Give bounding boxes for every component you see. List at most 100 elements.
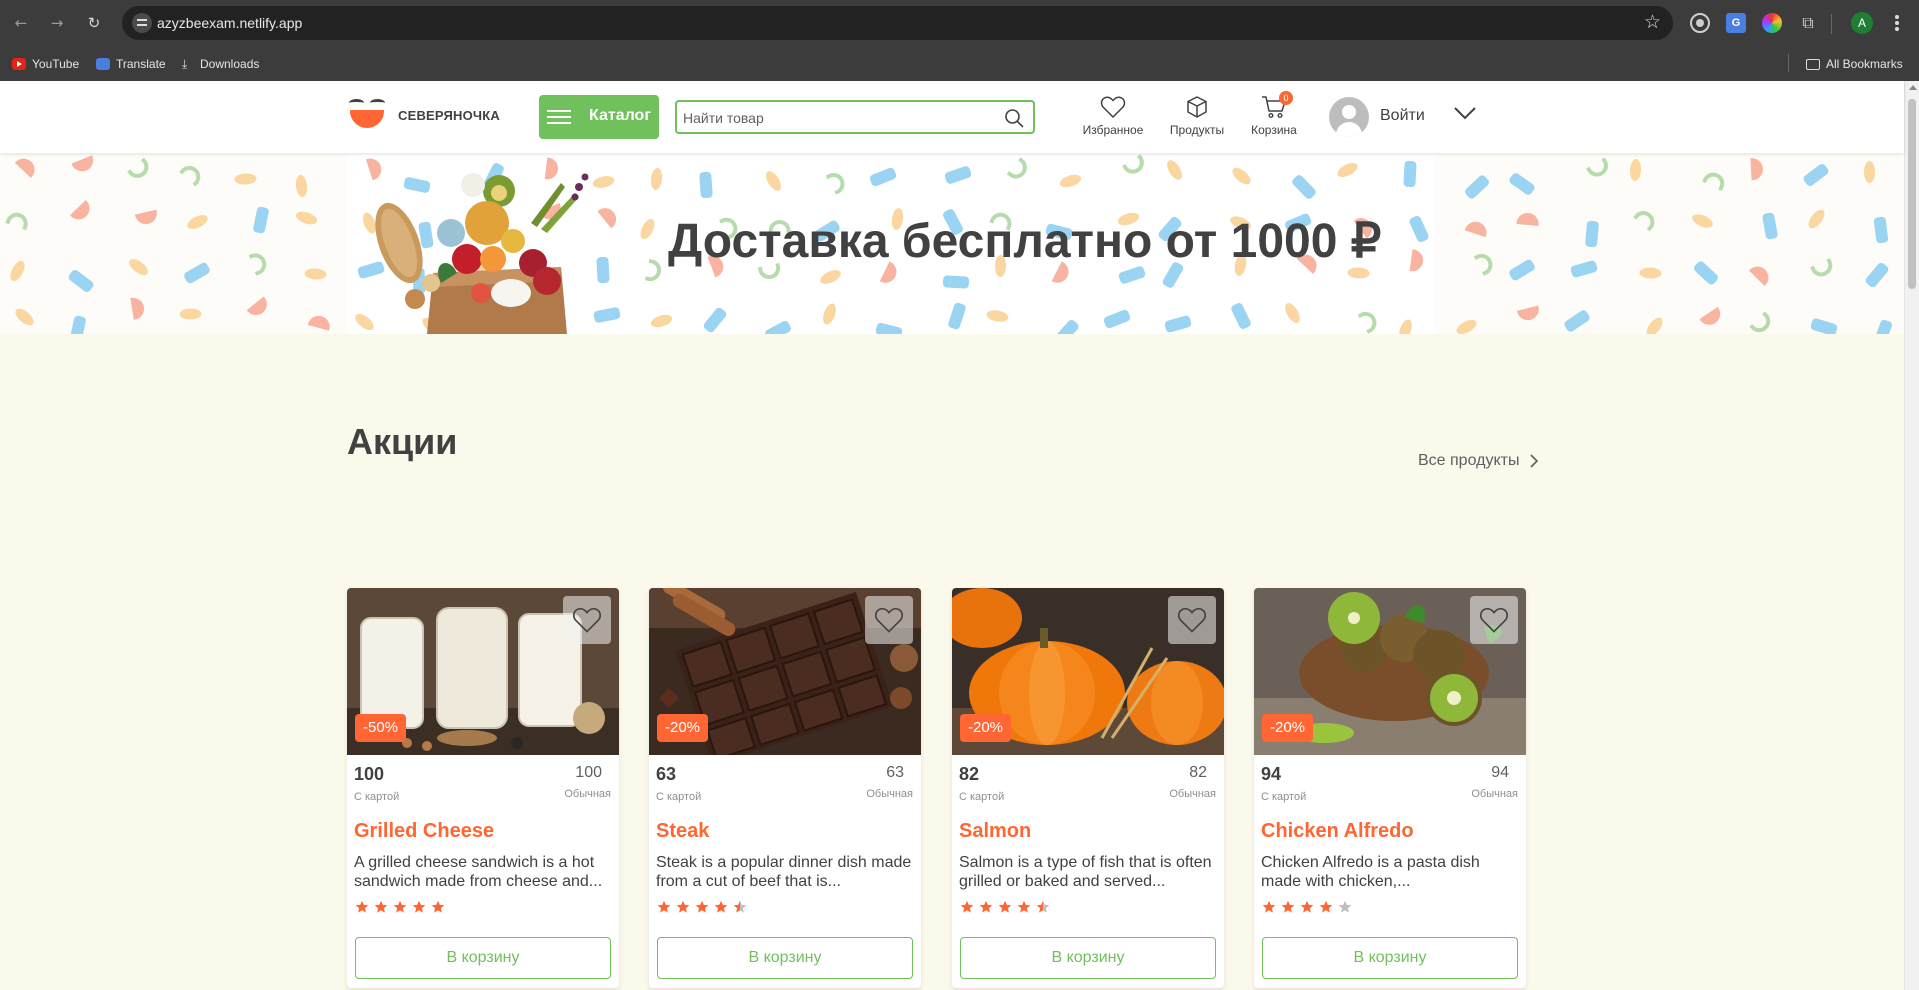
confetti-shape [178, 161, 205, 187]
add-to-cart-button[interactable]: В корзину [1262, 937, 1518, 979]
favorite-button[interactable] [1470, 596, 1518, 644]
regular-price: 100 [575, 764, 602, 781]
star-icon [1036, 900, 1050, 913]
nav-favorites[interactable]: Избранное [1073, 93, 1153, 143]
banner-title: Доставка бесплатно от 1000 ₽ [668, 215, 1382, 268]
product-name[interactable]: Steak [656, 820, 709, 843]
confetti-shape [645, 258, 664, 284]
confetti-shape [1692, 260, 1721, 287]
back-icon[interactable]: ← [10, 12, 32, 34]
folder-icon [1806, 58, 1820, 70]
google-translate-extension-icon[interactable]: G [1726, 13, 1746, 33]
nav-label: Продукты [1169, 123, 1225, 137]
login-link[interactable]: Войти [1380, 107, 1425, 125]
chevron-down-icon[interactable] [1453, 105, 1477, 121]
product-description: Steak is a popular dinner dish made from… [656, 854, 912, 890]
product-name[interactable]: Chicken Alfredo [1261, 820, 1414, 843]
all-bookmarks[interactable]: All Bookmarks [1806, 55, 1903, 73]
bookmark-star-icon[interactable]: ☆ [1644, 11, 1661, 33]
url-text[interactable]: azyzbeexam.netlify.app [157, 15, 302, 31]
regular-price: 94 [1491, 764, 1509, 781]
star-icon [676, 900, 690, 913]
confetti-shape [1281, 300, 1303, 326]
regular-price-label: Обычная [866, 788, 913, 800]
confetti-shape [69, 314, 87, 334]
confetti-shape [1699, 306, 1725, 330]
product-description: Salmon is a type of fish that is often g… [959, 854, 1212, 890]
product-card[interactable]: -20% 63 С картой 63 Обычная Steak Steak … [649, 588, 921, 988]
address-bar[interactable]: azyzbeexam.netlify.app ☆ [122, 6, 1673, 40]
confetti-shape [1569, 259, 1598, 279]
youtube-icon [12, 58, 26, 70]
discount-badge: -20% [960, 714, 1012, 742]
reload-icon[interactable]: ↻ [83, 12, 105, 34]
star-icon [714, 900, 728, 913]
confetti-shape [1516, 305, 1542, 323]
card-price: 82 [959, 764, 980, 784]
browser-menu-icon[interactable] [1887, 12, 1907, 34]
star-icon [355, 900, 369, 913]
card-price: 94 [1261, 764, 1282, 784]
favorite-button[interactable] [563, 596, 611, 644]
forward-icon[interactable]: → [46, 12, 68, 34]
star-icon [431, 900, 445, 913]
confetti-shape [1802, 162, 1831, 188]
bookmark-youtube[interactable]: YouTube [12, 55, 79, 73]
confetti-shape [762, 168, 784, 194]
confetti-shape [1230, 301, 1253, 331]
heart-icon [573, 607, 601, 633]
confetti-shape [127, 157, 154, 183]
product-name[interactable]: Grilled Cheese [354, 820, 494, 843]
product-name[interactable]: Salmon [959, 820, 1031, 843]
bookmark-translate[interactable]: Translate [96, 55, 166, 73]
scroll-up-arrow-icon[interactable] [1909, 85, 1917, 90]
star-icon [998, 900, 1012, 913]
confetti-shape [1863, 260, 1890, 289]
scrollbar-thumb[interactable] [1908, 99, 1916, 289]
product-card[interactable]: -20% 82 С картой 82 Обычная Salmon Salmo… [952, 588, 1224, 988]
confetti-shape [1749, 310, 1775, 334]
product-description: A grilled cheese sandwich is a hot sandw… [354, 854, 603, 890]
favorite-button[interactable] [1168, 596, 1216, 644]
chevron-right-icon [1530, 454, 1539, 468]
bookmark-downloads[interactable]: ⤓ Downloads [182, 55, 259, 73]
confetti-shape [1409, 249, 1425, 274]
confetti-shape [649, 312, 674, 330]
site-info-icon[interactable] [132, 13, 152, 33]
confetti-shape [1761, 212, 1779, 240]
confetti-shape [1629, 159, 1642, 182]
confetti-shape [1053, 318, 1080, 334]
logo-eye-left [349, 99, 364, 107]
logo-icon[interactable] [347, 99, 387, 133]
add-to-cart-button[interactable]: В корзину [960, 937, 1216, 979]
nav-products[interactable]: Продукты [1157, 93, 1237, 143]
user-avatar[interactable] [1329, 97, 1369, 137]
bookmark-label: YouTube [32, 57, 80, 71]
page-scrollbar[interactable] [1904, 81, 1919, 990]
add-to-cart-button[interactable]: В корзину [657, 937, 913, 979]
rating-stars [1262, 900, 1352, 914]
extensions-puzzle-icon[interactable]: ⧉ [1798, 13, 1818, 33]
catalog-button[interactable]: Каталог [539, 95, 659, 139]
confetti-shape [1863, 160, 1875, 183]
logo-text[interactable]: СЕВЕРЯНОЧКА [398, 108, 500, 123]
confetti-shape [248, 250, 270, 276]
all-products-link[interactable]: Все продукты [1418, 452, 1539, 470]
favorite-button[interactable] [865, 596, 913, 644]
bookmark-label: Downloads [200, 57, 260, 71]
translate-icon [96, 58, 110, 70]
extension-circle-icon[interactable] [1690, 13, 1710, 33]
search-icon[interactable] [1004, 108, 1024, 128]
star-icon [1319, 900, 1333, 913]
rating-stars [355, 900, 445, 914]
product-card[interactable]: -50% 100 С картой 100 Обычная Grilled Ch… [347, 588, 619, 988]
bookmark-label: Translate [116, 57, 166, 71]
color-picker-extension-icon[interactable] [1762, 13, 1782, 33]
profile-avatar[interactable]: A [1851, 12, 1873, 34]
add-to-cart-button[interactable]: В корзину [355, 937, 611, 979]
confetti-shape [71, 155, 97, 176]
search-input[interactable] [683, 106, 983, 130]
nav-cart[interactable]: 0 Корзина [1234, 91, 1314, 143]
product-card[interactable]: -20% 94 С картой 94 Обычная Chicken Alfr… [1254, 588, 1526, 988]
confetti-shape [67, 268, 96, 294]
